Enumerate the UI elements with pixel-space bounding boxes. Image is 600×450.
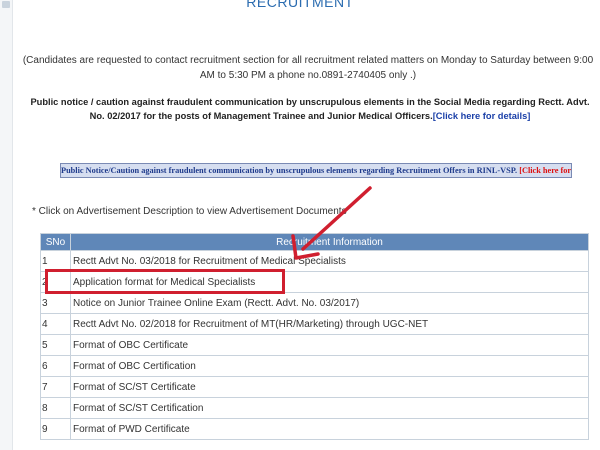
annotation-arrow-icon (291, 186, 372, 260)
